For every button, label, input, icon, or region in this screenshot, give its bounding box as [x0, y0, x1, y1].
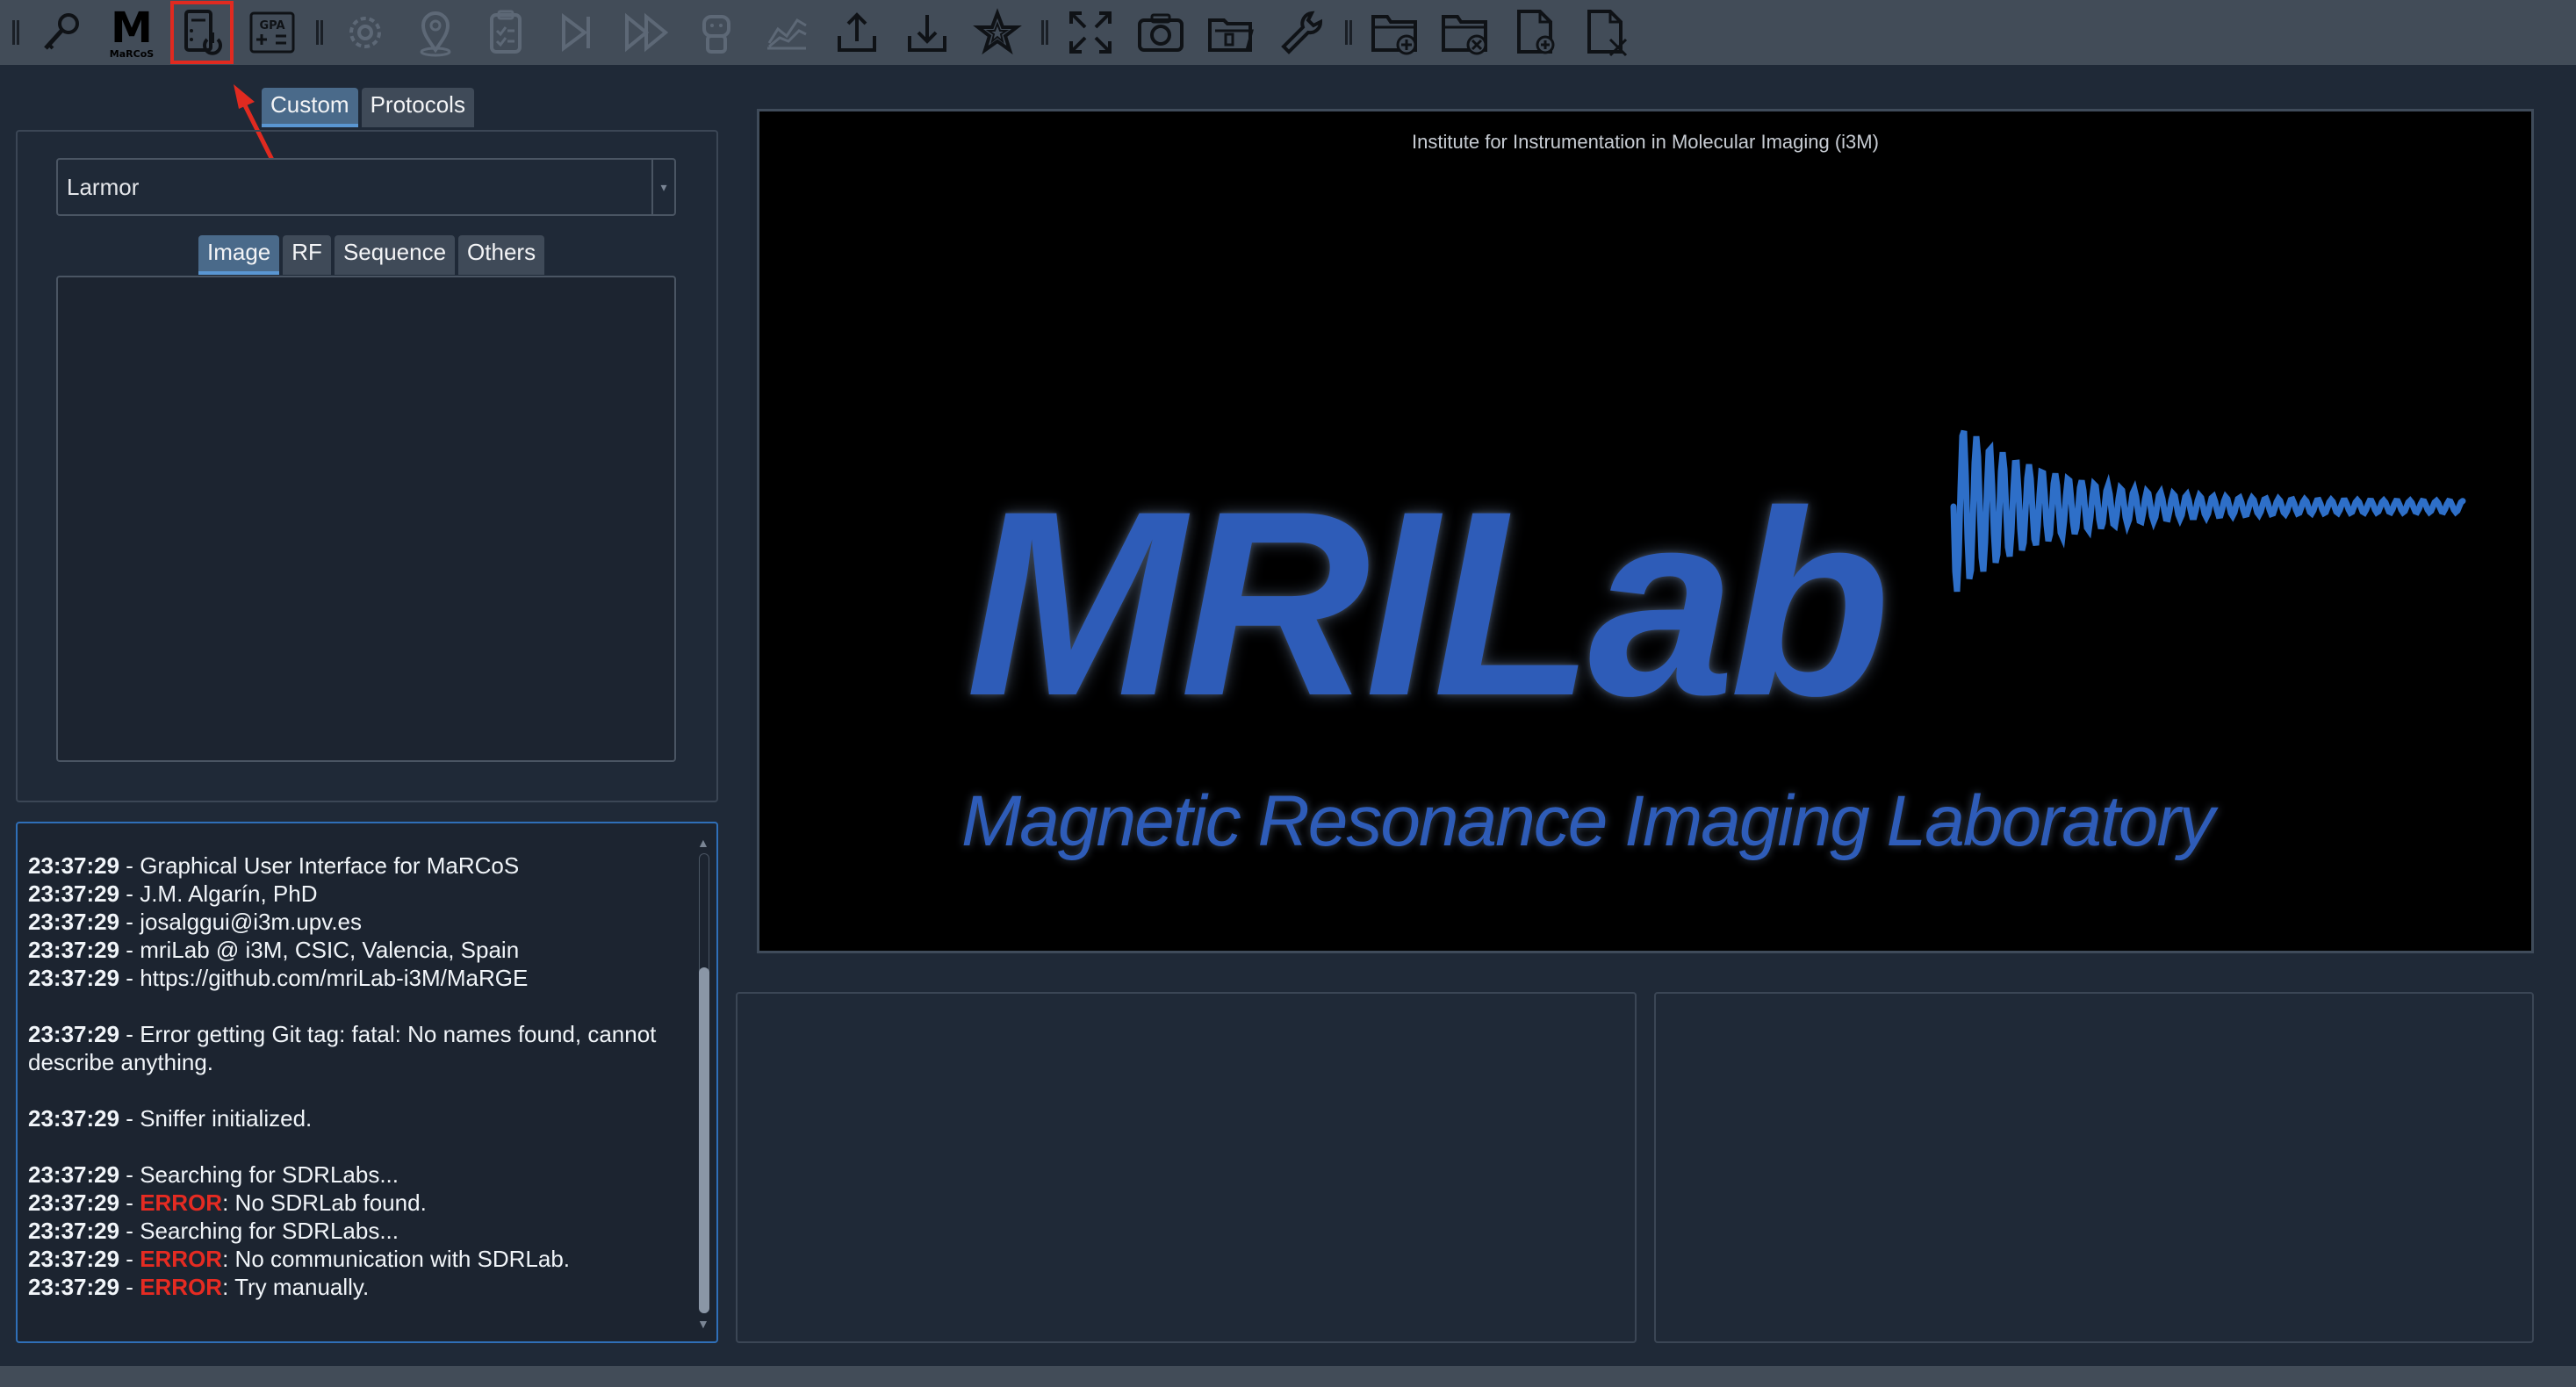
key-icon[interactable]: [30, 1, 93, 64]
tab-protocols[interactable]: Protocols: [361, 88, 474, 127]
console-message: Error getting Git tag: fatal: No names f…: [140, 1021, 657, 1047]
tab-custom[interactable]: Custom: [262, 88, 358, 127]
robot-icon[interactable]: [685, 1, 748, 64]
fid-wave-logo-icon: [1950, 429, 2466, 593]
console-message: : No SDRLab found.: [222, 1189, 427, 1216]
logo-title: MRILab: [966, 456, 1890, 751]
console-timestamp: 23:37:29: [28, 965, 120, 991]
toolbar-separator: [1343, 15, 1352, 50]
console-line: 23:37:29 - josalggui@i3m.upv.es: [28, 909, 363, 935]
console-timestamp: 23:37:29: [28, 1161, 120, 1188]
file-remove-icon[interactable]: [1573, 1, 1637, 64]
scroll-down-icon[interactable]: ▼: [697, 1317, 709, 1331]
toolbar-separator: [11, 15, 19, 50]
console-timestamp: 23:37:29: [28, 937, 120, 963]
console-message: Sniffer initialized.: [140, 1105, 313, 1132]
console-message: J.M. Algarín, PhD: [140, 880, 318, 907]
console-message: mriLab @ i3M, CSIC, Valencia, Spain: [140, 937, 520, 963]
folder-remove-icon[interactable]: [1433, 1, 1496, 64]
console-message: Graphical User Interface for MaRCoS: [140, 852, 520, 879]
console-message: josalggui@i3m.upv.es: [140, 909, 363, 935]
scroll-up-icon[interactable]: ▲: [697, 836, 709, 850]
console-line: 23:37:29 - Error getting Git tag: fatal:…: [28, 1021, 657, 1047]
folder-open-icon[interactable]: [1199, 1, 1263, 64]
console-message: : Try manually.: [222, 1274, 370, 1300]
toolbar-separator: [1040, 15, 1048, 50]
console-line: 23:37:29 - J.M. Algarín, PhD: [28, 880, 318, 907]
tab-rf[interactable]: RF: [283, 235, 331, 275]
gear-icon[interactable]: [334, 1, 397, 64]
sequence-tabbar: Custom Protocols: [262, 88, 474, 127]
console-timestamp: 23:37:29: [28, 909, 120, 935]
location-pin-icon[interactable]: [404, 1, 467, 64]
parameters-area: [56, 276, 676, 762]
console-log[interactable]: 23:37:29 - Graphical User Interface for …: [16, 822, 718, 1343]
console-timestamp: 23:37:29: [28, 1246, 120, 1272]
console-timestamp: 23:37:29: [28, 1189, 120, 1216]
marcos-logo[interactable]: M MaRCoS: [100, 1, 163, 64]
console-message: Searching for SDRLabs...: [140, 1161, 399, 1188]
console-message: Searching for SDRLabs...: [140, 1218, 399, 1244]
console-message: https://github.com/mriLab-i3M/MaRGE: [140, 965, 529, 991]
param-tabbar: Image RF Sequence Others: [198, 235, 545, 275]
console-timestamp: 23:37:29: [28, 1274, 120, 1300]
camera-icon[interactable]: [1129, 1, 1192, 64]
tab-sequence[interactable]: Sequence: [334, 235, 456, 275]
console-message-continued: describe anything.: [28, 1049, 214, 1075]
tab-others[interactable]: Others: [458, 235, 545, 275]
console-error-label: ERROR: [140, 1246, 223, 1272]
clipboard-check-icon[interactable]: [474, 1, 537, 64]
fullscreen-icon[interactable]: [1059, 1, 1122, 64]
download-icon[interactable]: [896, 1, 959, 64]
console-timestamp: 23:37:29: [28, 1105, 120, 1132]
console-line: 23:37:29 - Searching for SDRLabs...: [28, 1218, 399, 1244]
console-error-label: ERROR: [140, 1189, 223, 1216]
console-timestamp: 23:37:29: [28, 1021, 120, 1047]
console-line: 23:37:29 - mriLab @ i3M, CSIC, Valencia,…: [28, 937, 520, 963]
chevron-down-icon[interactable]: ▾: [651, 160, 674, 214]
star-icon[interactable]: [966, 1, 1029, 64]
console-text: 23:37:29 - Graphical User Interface for …: [28, 852, 704, 1301]
scrollbar-thumb[interactable]: [699, 967, 709, 1313]
sequence-select[interactable]: Larmor ▾: [56, 158, 676, 216]
institute-label: Institute for Instrumentation in Molecul…: [1412, 131, 1879, 153]
console-line: 23:37:29 - Sniffer initialized.: [28, 1105, 313, 1132]
plot-panel-left: [736, 992, 1637, 1343]
console-line: 23:37:29 - ERROR: Try manually.: [28, 1274, 370, 1300]
tab-image[interactable]: Image: [198, 235, 280, 275]
console-line: 23:37:29 - Graphical User Interface for …: [28, 852, 520, 879]
console-timestamp: 23:37:29: [28, 880, 120, 907]
sequence-select-value: Larmor: [67, 173, 140, 200]
chart-line-icon[interactable]: [755, 1, 818, 64]
console-line: 23:37:29 - ERROR: No SDRLab found.: [28, 1189, 427, 1216]
console-timestamp: 23:37:29: [28, 1218, 120, 1244]
console-line: 23:37:29 - https://github.com/mriLab-i3M…: [28, 965, 529, 991]
fast-forward-icon[interactable]: [615, 1, 678, 64]
plot-panel-right: [1654, 992, 2534, 1343]
console-line: 23:37:29 - Searching for SDRLabs...: [28, 1161, 399, 1188]
console-line: 23:37:29 - ERROR: No communication with …: [28, 1246, 571, 1272]
console-scrollbar[interactable]: ▲ ▼: [695, 836, 711, 1331]
svg-text:GPA: GPA: [259, 19, 284, 32]
toolbar-separator: [314, 15, 323, 50]
file-add-icon[interactable]: [1503, 1, 1566, 64]
logo-subtitle: Magnetic Resonance Imaging Laboratory: [961, 781, 2215, 861]
main-toolbar: M MaRCoS GPA: [0, 0, 2576, 65]
folder-add-icon[interactable]: [1363, 1, 1426, 64]
console-power-icon[interactable]: [170, 1, 234, 64]
upload-icon[interactable]: [825, 1, 889, 64]
wrench-icon[interactable]: [1270, 1, 1333, 64]
console-timestamp: 23:37:29: [28, 852, 120, 879]
console-message: : No communication with SDRLab.: [222, 1246, 571, 1272]
image-view: Institute for Instrumentation in Molecul…: [757, 109, 2534, 953]
status-bar: [0, 1366, 2576, 1387]
gpa-icon[interactable]: GPA: [241, 1, 304, 64]
console-error-label: ERROR: [140, 1274, 223, 1300]
play-next-icon[interactable]: [544, 1, 608, 64]
